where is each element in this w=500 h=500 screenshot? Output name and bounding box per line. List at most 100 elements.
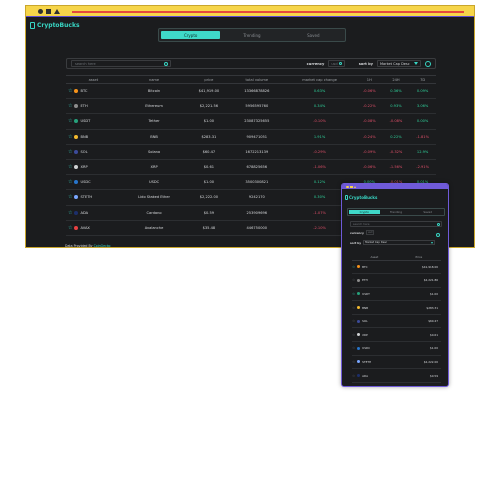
table-row[interactable]: ☆ BNB BNB $283.31 909471051 1.91% -0.24% 0.22% -… <box>66 129 436 145</box>
col-7d: 7D <box>409 75 436 84</box>
search-placeholder: search here <box>353 222 370 226</box>
search-icon[interactable] <box>437 222 440 226</box>
star-icon[interactable]: ☆ <box>352 346 355 350</box>
coin-7d: -1.81% <box>409 129 436 145</box>
titlebar-line <box>72 11 464 13</box>
currency-select[interactable]: usd <box>328 60 345 67</box>
table-row[interactable]: ☆ SOL Solana $60.47 1672213139 -0.29% -0.09% -0… <box>66 144 436 160</box>
star-icon[interactable]: ☆ <box>68 194 72 200</box>
coin-symbol: STETH <box>80 195 93 200</box>
table-row[interactable]: ☆ ETH $2,221.86 <box>352 273 441 288</box>
table-row[interactable]: ☆ BTC Bitcoin $41,919.00 13366878826 0.63% -0.… <box>66 83 436 100</box>
search-input[interactable]: search here <box>71 60 171 67</box>
sort-select[interactable]: Market Cap Desc <box>363 240 436 245</box>
coin-volume: 1672213139 <box>230 144 284 160</box>
asset-cell: ☆ STETH <box>66 189 121 206</box>
star-icon[interactable]: ☆ <box>352 306 355 310</box>
star-icon[interactable]: ☆ <box>352 292 355 296</box>
coin-name: Lido Staked Ether <box>120 189 188 206</box>
table-row[interactable]: ☆ USDT $1.00 <box>352 287 441 302</box>
table-row[interactable]: ☆ BNB $283.31 <box>352 300 441 315</box>
star-icon[interactable]: ☆ <box>68 103 72 109</box>
coin-icon <box>357 374 361 378</box>
coin-price: $60.47 <box>187 144 231 160</box>
coin-1h: -0.09% <box>355 144 383 160</box>
star-icon[interactable]: ☆ <box>68 210 72 216</box>
coin-price: $0.59 <box>187 205 231 221</box>
star-icon[interactable]: ☆ <box>68 179 72 185</box>
tab-crypto[interactable]: Crypto <box>349 210 380 214</box>
star-icon[interactable]: ☆ <box>352 278 355 282</box>
star-icon[interactable]: ☆ <box>68 164 72 170</box>
circle-icon[interactable] <box>38 9 43 14</box>
square-icon[interactable] <box>46 9 51 14</box>
table-row[interactable]: ☆ SOL $60.47 <box>352 314 441 329</box>
triangle-icon[interactable] <box>354 185 356 188</box>
col-1h: 1H <box>355 75 383 84</box>
table-row[interactable]: ☆ BTC $41,918.00 <box>352 260 441 275</box>
tab-saved[interactable]: Saved <box>412 210 443 214</box>
coin-symbol: AVAX <box>80 225 90 230</box>
coin-icon <box>357 278 361 282</box>
table-row[interactable]: ☆ XRP $0.61 <box>352 327 441 343</box>
coin-mcap-change: -0.10% <box>283 113 356 130</box>
coin-1h: -0.24% <box>355 129 383 145</box>
star-icon[interactable]: ☆ <box>352 374 355 378</box>
sort-label: sort by <box>350 240 362 245</box>
coin-name: Tether <box>120 113 188 130</box>
coin-1h: -0.08% <box>355 113 383 130</box>
currency-select[interactable]: usd <box>365 230 375 235</box>
sort-select[interactable]: Market Cap Desc <box>377 60 421 67</box>
coin-price: $35.48 <box>187 220 231 236</box>
tab-trending[interactable]: Trending <box>381 210 412 214</box>
table-row[interactable]: ☆ XRP XRP $0.61 678825656 -1.06% -0.06% -1.56% -… <box>66 159 436 176</box>
currency-label: currency <box>350 230 364 235</box>
coin-price: $2,222.00 <box>187 189 231 206</box>
coin-volume: 13366878826 <box>230 83 284 100</box>
table-row[interactable]: ☆ ETH Ethereum $2,221.56 5956595760 0.34% -0.2… <box>66 98 436 115</box>
square-icon[interactable] <box>350 185 353 188</box>
coin-symbol: STETH <box>362 359 372 364</box>
star-icon[interactable]: ☆ <box>352 265 355 269</box>
coin-icon <box>74 195 79 200</box>
coin-symbol: XRP <box>362 332 368 337</box>
star-icon[interactable]: ☆ <box>352 360 355 364</box>
mobile-brand-logo[interactable]: CryptoBucks <box>345 195 377 200</box>
coin-price: $283.31 <box>187 129 231 145</box>
brand-name: CryptoBucks <box>37 21 80 29</box>
mobile-search-input[interactable]: search here <box>350 221 442 227</box>
star-icon[interactable]: ☆ <box>352 319 355 323</box>
table-row[interactable]: ☆ USDT Tether $1.00 23087325655 -0.10% -0.08% -… <box>66 113 436 130</box>
star-icon[interactable]: ☆ <box>68 225 72 231</box>
coingecko-link[interactable]: CoinGecko <box>94 244 111 247</box>
search-icon[interactable] <box>338 62 342 65</box>
table-row[interactable]: ☆ STETH $2,222.00 <box>352 355 441 370</box>
coin-symbol: USDC <box>80 180 91 185</box>
tab-crypto[interactable]: Crypto <box>161 31 221 39</box>
coin-symbol: ETH <box>362 278 368 283</box>
search-icon[interactable] <box>164 62 168 66</box>
circle-icon[interactable] <box>346 185 349 188</box>
coin-icon <box>357 346 361 350</box>
footer-credit: Data Provided By CoinGecko <box>65 244 111 247</box>
coin-icon <box>74 149 79 154</box>
star-icon[interactable]: ☆ <box>68 149 72 155</box>
refresh-icon[interactable] <box>436 233 440 237</box>
currency-value: usd <box>331 61 338 66</box>
star-icon[interactable]: ☆ <box>68 88 72 94</box>
brand-logo[interactable]: CryptoBucks <box>30 20 80 30</box>
refresh-icon[interactable] <box>425 60 431 67</box>
star-icon[interactable]: ☆ <box>68 134 72 140</box>
triangle-icon[interactable] <box>54 9 60 14</box>
tab-saved[interactable]: Saved <box>284 31 343 39</box>
coin-price: $41,918.00 <box>396 260 441 275</box>
tab-trending[interactable]: Trending <box>222 31 281 39</box>
col-price: price <box>187 75 231 84</box>
star-icon[interactable]: ☆ <box>68 118 72 124</box>
star-icon[interactable]: ☆ <box>352 333 355 337</box>
mobile-brand-name: CryptoBucks <box>349 195 378 200</box>
table-row[interactable]: ☆ USDC $1.00 <box>352 341 441 356</box>
mobile-titlebar <box>342 184 448 189</box>
table-row[interactable]: ☆ ADA $0.59 <box>352 368 441 383</box>
coin-symbol: USDT <box>362 291 370 296</box>
